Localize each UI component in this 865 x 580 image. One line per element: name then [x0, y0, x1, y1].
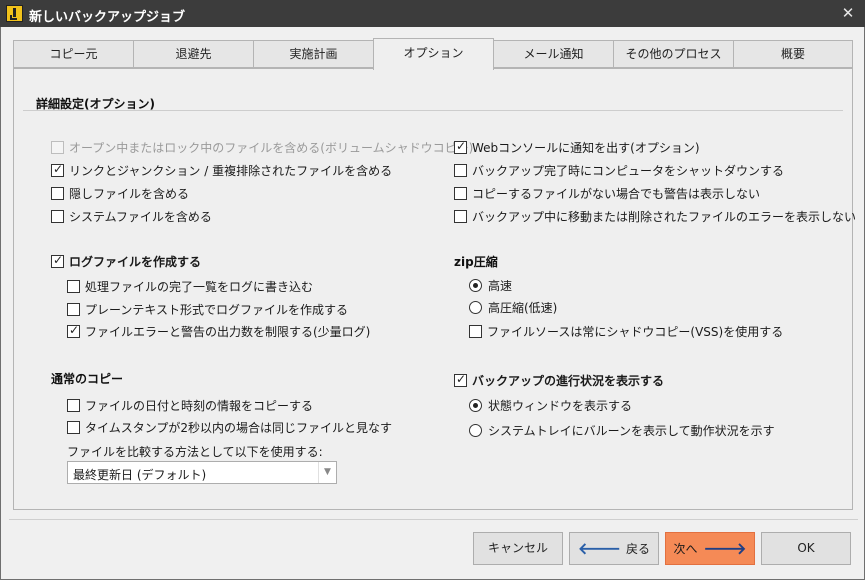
- cancel-button[interactable]: キャンセル: [473, 532, 563, 565]
- checkbox-box[interactable]: [51, 141, 64, 154]
- radio-label: 高速: [488, 279, 513, 293]
- radio-button[interactable]: [469, 399, 482, 412]
- checkbox-box[interactable]: [454, 139, 467, 154]
- title-bar: 新しいバックアップジョブ ✕: [0, 0, 865, 27]
- tab-schedule[interactable]: 実施計画: [253, 40, 374, 68]
- close-button[interactable]: ✕: [831, 0, 865, 27]
- zip-compression-title: zip圧縮: [454, 255, 498, 269]
- tab-strip: コピー元 退避先 実施計画 オプション メール通知 その他のプロセス 概要: [13, 38, 853, 70]
- checkbox-plain-text-log[interactable]: プレーンテキスト形式でログファイルを作成する: [67, 301, 348, 318]
- tab-email-notification[interactable]: メール通知: [493, 40, 614, 68]
- checkbox-show-progress[interactable]: バックアップの進行状況を表示する: [454, 372, 664, 389]
- checkbox-log-completed-list[interactable]: 処理ファイルの完了一覧をログに書き込む: [67, 278, 313, 295]
- checkbox-box[interactable]: [51, 253, 64, 268]
- radio-status-window[interactable]: 状態ウィンドウを表示する: [469, 397, 632, 414]
- arrow-right-icon: 🡒: [703, 539, 747, 558]
- checkbox-box[interactable]: [67, 421, 80, 434]
- ok-button[interactable]: OK: [761, 532, 851, 565]
- compare-method-dropdown[interactable]: 最終更新日 (デフォルト) ▼: [67, 461, 337, 484]
- checkbox-box[interactable]: [454, 187, 467, 200]
- back-button[interactable]: 🡐 戻る: [569, 532, 659, 565]
- radio-label: 状態ウィンドウを表示する: [488, 399, 633, 413]
- checkbox-limit-errors[interactable]: ファイルエラーと警告の出力数を制限する(少量ログ): [67, 323, 370, 340]
- checkbox-create-log[interactable]: ログファイルを作成する: [51, 253, 201, 270]
- checkbox-box[interactable]: [51, 210, 64, 223]
- checkbox-label: ファイルソースは常にシャドウコピー(VSS)を使用する: [487, 325, 784, 339]
- radio-button[interactable]: [469, 279, 482, 292]
- checkbox-box[interactable]: [67, 399, 80, 412]
- tab-other-processes[interactable]: その他のプロセス: [613, 40, 734, 68]
- checkbox-label: コピーするファイルがない場合でも警告は表示しない: [472, 187, 761, 201]
- checkbox-label: バックアップの進行状況を表示する: [472, 374, 665, 388]
- radio-button[interactable]: [469, 301, 482, 314]
- checkbox-label: バックアップ完了時にコンピュータをシャットダウンする: [472, 164, 785, 178]
- checkbox-box[interactable]: [454, 372, 467, 387]
- checkbox-web-console-notify[interactable]: Webコンソールに通知を出す(オプション): [454, 139, 700, 156]
- checkbox-box[interactable]: [469, 325, 482, 338]
- normal-copy-title: 通常のコピー: [51, 372, 124, 386]
- ok-label: OK: [797, 541, 815, 555]
- arrow-left-icon: 🡐: [578, 539, 621, 558]
- checkbox-label: プレーンテキスト形式でログファイルを作成する: [85, 303, 349, 317]
- radio-label: 高圧縮(低速): [488, 301, 558, 315]
- checkbox-label: オープン中またはロック中のファイルを含める(ボリュームシャドウコピー): [69, 141, 474, 155]
- checkbox-box[interactable]: [51, 162, 64, 177]
- checkbox-always-vss[interactable]: ファイルソースは常にシャドウコピー(VSS)を使用する: [469, 323, 783, 340]
- next-label: 次へ: [673, 542, 698, 556]
- checkbox-no-warning-empty[interactable]: コピーするファイルがない場合でも警告は表示しない: [454, 185, 760, 202]
- checkbox-shutdown-after[interactable]: バックアップ完了時にコンピュータをシャットダウンする: [454, 162, 784, 179]
- checkbox-label: リンクとジャンクション / 重複排除されたファイルを含める: [69, 164, 393, 178]
- checkbox-hide-moved-errors[interactable]: バックアップ中に移動または削除されたファイルのエラーを表示しない: [454, 208, 856, 225]
- radio-zip-high[interactable]: 高圧縮(低速): [469, 299, 557, 316]
- tab-destination[interactable]: 退避先: [133, 40, 254, 68]
- checkbox-label: タイムスタンプが2秒以内の場合は同じファイルと見なす: [85, 421, 393, 435]
- checkbox-label: ファイルエラーと警告の出力数を制限する(少量ログ): [85, 325, 371, 339]
- checkbox-box[interactable]: [67, 323, 80, 338]
- checkbox-label: バックアップ中に移動または削除されたファイルのエラーを表示しない: [472, 210, 857, 224]
- footer-divider: [9, 519, 858, 520]
- checkbox-label: システムファイルを含める: [69, 210, 212, 224]
- chevron-down-icon[interactable]: ▼: [318, 462, 336, 483]
- radio-tray-balloon[interactable]: システムトレイにバルーンを表示して動作状況を示す: [469, 422, 775, 439]
- checkbox-label: 隠しファイルを含める: [69, 187, 190, 201]
- checkbox-include-hidden[interactable]: 隠しファイルを含める: [51, 185, 189, 202]
- checkbox-box[interactable]: [454, 210, 467, 223]
- app-logo-icon: [6, 5, 23, 22]
- dialog-window: コピー元 退避先 実施計画 オプション メール通知 その他のプロセス 概要 詳細…: [0, 27, 865, 580]
- checkbox-include-system[interactable]: システムファイルを含める: [51, 208, 212, 225]
- checkbox-box[interactable]: [454, 164, 467, 177]
- radio-label: システムトレイにバルーンを表示して動作状況を示す: [488, 424, 775, 438]
- checkbox-label: ログファイルを作成する: [69, 255, 202, 269]
- back-label: 戻る: [625, 542, 650, 556]
- checkbox-include-open-files[interactable]: オープン中またはロック中のファイルを含める(ボリュームシャドウコピー): [51, 139, 473, 156]
- window-title: 新しいバックアップジョブ: [29, 10, 186, 25]
- checkbox-include-links[interactable]: リンクとジャンクション / 重複排除されたファイルを含める: [51, 162, 392, 179]
- radio-zip-fast[interactable]: 高速: [469, 277, 512, 294]
- radio-button[interactable]: [469, 424, 482, 437]
- tab-source[interactable]: コピー元: [13, 40, 134, 68]
- tab-options[interactable]: オプション: [373, 38, 494, 70]
- compare-method-label: ファイルを比較する方法として以下を使用する:: [67, 445, 323, 459]
- cancel-label: キャンセル: [487, 541, 548, 555]
- checkbox-timestamp-tolerance[interactable]: タイムスタンプが2秒以内の場合は同じファイルと見なす: [67, 419, 392, 436]
- compare-method-value: 最終更新日 (デフォルト): [73, 468, 207, 482]
- checkbox-box[interactable]: [51, 187, 64, 200]
- checkbox-box[interactable]: [67, 303, 80, 316]
- checkbox-label: 処理ファイルの完了一覧をログに書き込む: [85, 280, 314, 294]
- checkbox-label: Webコンソールに通知を出す(オプション): [472, 141, 700, 155]
- checkbox-label: ファイルの日付と時刻の情報をコピーする: [85, 399, 314, 413]
- tab-summary[interactable]: 概要: [733, 40, 853, 68]
- checkbox-copy-timestamps[interactable]: ファイルの日付と時刻の情報をコピーする: [67, 397, 313, 414]
- section-divider: [23, 110, 843, 111]
- next-button[interactable]: 次へ 🡒: [665, 532, 755, 565]
- checkbox-box[interactable]: [67, 280, 80, 293]
